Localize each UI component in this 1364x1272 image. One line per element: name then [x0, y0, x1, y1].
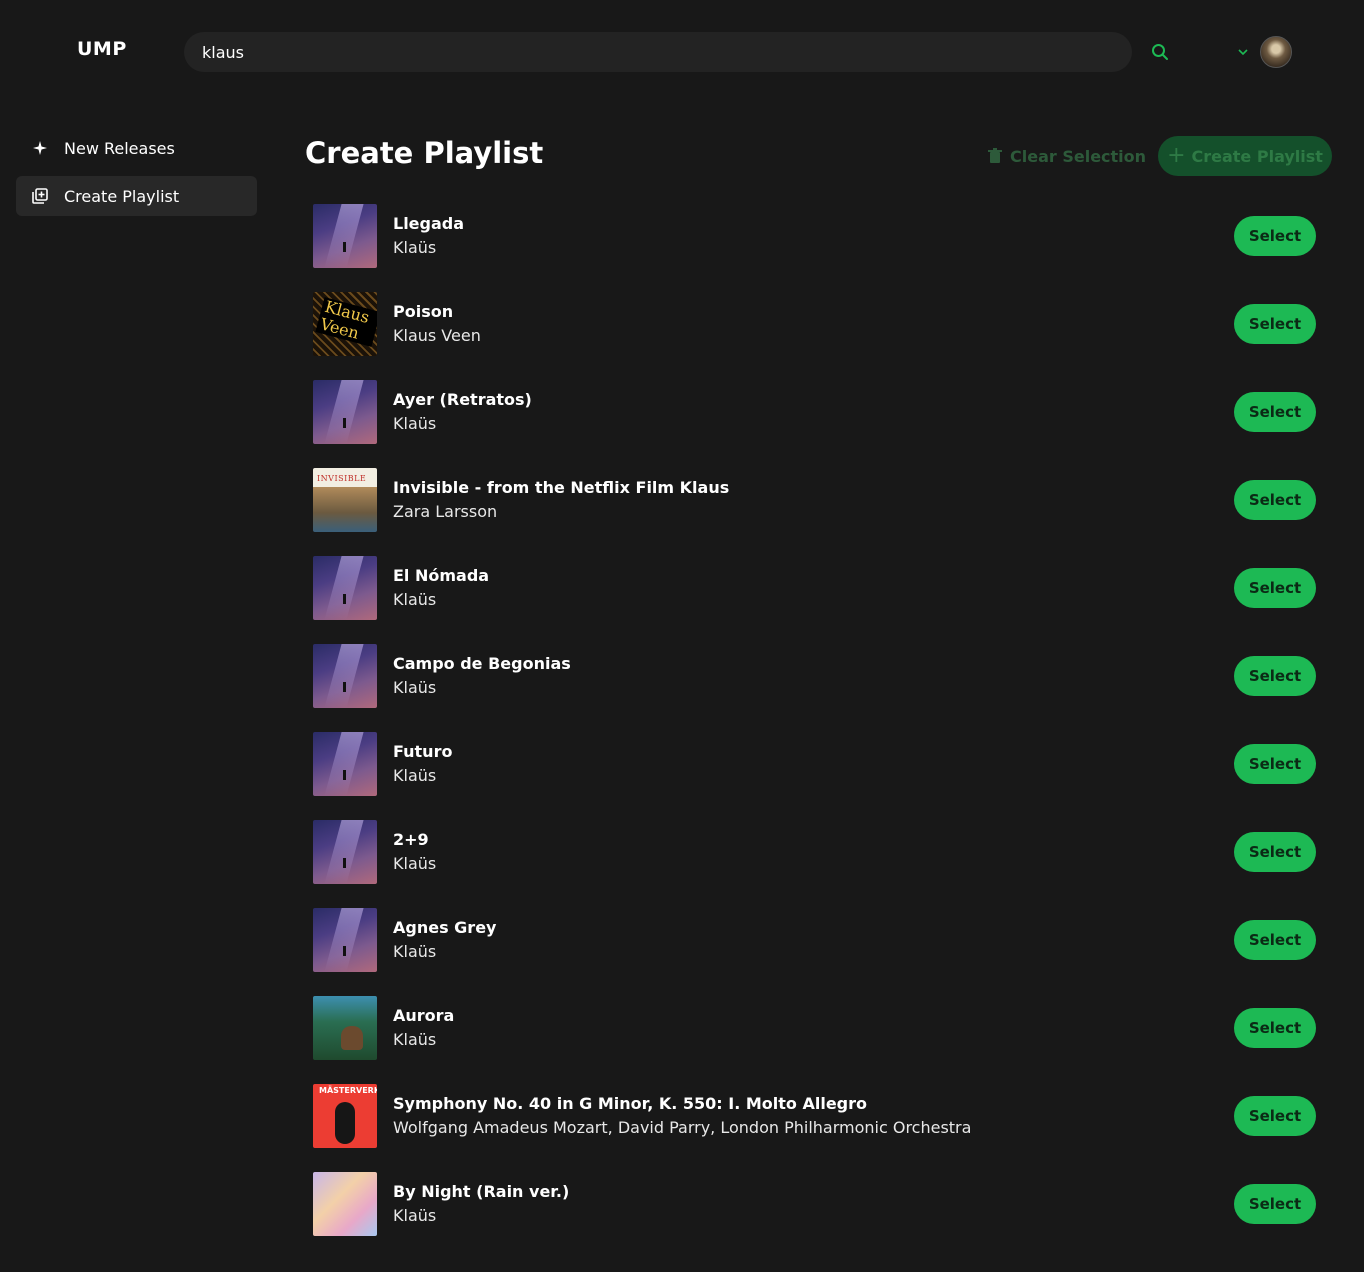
track-row[interactable]: Futuro Klaüs Select: [313, 720, 1316, 808]
search-icon[interactable]: [1150, 42, 1170, 62]
track-row[interactable]: INVISIBLE Invisible - from the Netflix Fi…: [313, 456, 1316, 544]
search-input[interactable]: [202, 42, 1132, 62]
track-row[interactable]: MÄSTERVERK Symphony No. 40 in G Minor, K.…: [313, 1072, 1316, 1160]
track-artist: Klaüs: [393, 1206, 437, 1225]
track-artist: Klaüs: [393, 414, 437, 433]
track-meta: El Nómada Klaüs: [393, 564, 489, 612]
album-cover: [313, 732, 377, 796]
track-title: Campo de Begonias: [393, 654, 571, 673]
track-artist: Zara Larsson: [393, 502, 498, 521]
select-button[interactable]: Select: [1234, 480, 1316, 520]
track-meta: Poison Klaus Veen: [393, 300, 481, 348]
track-meta: By Night (Rain ver.) Klaüs: [393, 1180, 569, 1228]
select-button[interactable]: Select: [1234, 216, 1316, 256]
track-row[interactable]: Llegada Klaüs Select: [313, 192, 1316, 280]
page-title: Create Playlist: [305, 136, 544, 170]
track-artist: Klaüs: [393, 766, 437, 785]
track-meta: Agnes Grey Klaüs: [393, 916, 496, 964]
sidebar-item-label: New Releases: [64, 138, 175, 158]
album-cover: [313, 556, 377, 620]
track-row[interactable]: El Nómada Klaüs Select: [313, 544, 1316, 632]
track-meta: Symphony No. 40 in G Minor, K. 550: I. M…: [393, 1092, 971, 1140]
track-artist: Klaüs: [393, 1030, 437, 1049]
track-meta: Aurora Klaüs: [393, 1004, 454, 1052]
select-button[interactable]: Select: [1234, 920, 1316, 960]
select-button[interactable]: Select: [1234, 304, 1316, 344]
track-title: El Nómada: [393, 566, 490, 585]
playlist-add-icon: [32, 188, 48, 204]
select-button[interactable]: Select: [1234, 656, 1316, 696]
track-title: Agnes Grey: [393, 918, 497, 937]
track-list: Llegada Klaüs Select Klaus Veen Poison Klaus …: [313, 192, 1316, 1248]
main-content: Create Playlist Clear Selection + Create…: [305, 128, 1332, 1236]
track-title: Invisible - from the Netflix Film Klaus: [393, 478, 730, 497]
track-title: Ayer (Retratos): [393, 390, 532, 409]
clear-selection-button[interactable]: Clear Selection: [988, 138, 1146, 174]
album-cover-text: Klaus Veen: [315, 297, 377, 347]
track-meta: Campo de Begonias Klaüs: [393, 652, 571, 700]
track-row[interactable]: 2+9 Klaüs Select: [313, 808, 1316, 896]
track-artist: Klaüs: [393, 678, 437, 697]
album-cover-text: INVISIBLE: [317, 474, 367, 483]
sparkle-icon: [32, 140, 48, 156]
track-artist: Klaüs: [393, 854, 437, 873]
track-artist: Klaüs: [393, 942, 437, 961]
app-logo[interactable]: UMP: [77, 38, 127, 60]
track-artist: Klaüs: [393, 590, 437, 609]
select-button[interactable]: Select: [1234, 744, 1316, 784]
album-cover-text: MÄSTERVERK: [319, 1086, 377, 1095]
track-title: Poison: [393, 302, 454, 321]
track-artist: Wolfgang Amadeus Mozart, David Parry, Lo…: [393, 1118, 972, 1137]
track-title: 2+9: [393, 830, 429, 849]
track-artist: Klaüs: [393, 238, 437, 257]
album-cover: [313, 380, 377, 444]
album-cover: [313, 820, 377, 884]
album-cover: MÄSTERVERK: [313, 1084, 377, 1148]
track-meta: Ayer (Retratos) Klaüs: [393, 388, 532, 436]
track-row[interactable]: Klaus Veen Poison Klaus Veen Select: [313, 280, 1316, 368]
clear-selection-label: Clear Selection: [1010, 146, 1147, 166]
track-row[interactable]: Campo de Begonias Klaüs Select: [313, 632, 1316, 720]
sidebar-item-new-releases[interactable]: New Releases: [16, 128, 257, 168]
track-meta: Llegada Klaüs: [393, 212, 464, 260]
top-bar: UMP: [0, 0, 1364, 104]
track-row[interactable]: By Night (Rain ver.) Klaüs Select: [313, 1160, 1316, 1248]
plus-icon: +: [1167, 143, 1186, 168]
album-cover: [313, 644, 377, 708]
avatar[interactable]: [1260, 36, 1292, 68]
track-meta: 2+9 Klaüs: [393, 828, 436, 876]
sidebar-item-create-playlist[interactable]: Create Playlist: [16, 176, 257, 216]
track-title: Aurora: [393, 1006, 455, 1025]
select-button[interactable]: Select: [1234, 1008, 1316, 1048]
track-title: Symphony No. 40 in G Minor, K. 550: I. M…: [393, 1094, 868, 1113]
album-cover: [313, 1172, 377, 1236]
select-button[interactable]: Select: [1234, 1184, 1316, 1224]
track-title: Futuro: [393, 742, 453, 761]
track-title: By Night (Rain ver.): [393, 1182, 570, 1201]
create-playlist-button[interactable]: + Create Playlist: [1158, 136, 1332, 176]
sidebar: New Releases Create Playlist: [16, 128, 257, 224]
track-title: Llegada: [393, 214, 465, 233]
chevron-down-icon[interactable]: [1237, 46, 1249, 58]
album-cover: [313, 996, 377, 1060]
select-button[interactable]: Select: [1234, 832, 1316, 872]
track-meta: Futuro Klaüs: [393, 740, 452, 788]
track-artist: Klaus Veen: [393, 326, 481, 345]
create-playlist-label: Create Playlist: [1191, 146, 1323, 166]
album-cover: INVISIBLE: [313, 468, 377, 532]
sidebar-item-label: Create Playlist: [64, 186, 180, 206]
track-row[interactable]: Agnes Grey Klaüs Select: [313, 896, 1316, 984]
track-row[interactable]: Aurora Klaüs Select: [313, 984, 1316, 1072]
page-header: Create Playlist Clear Selection + Create…: [305, 128, 1332, 184]
track-row[interactable]: Ayer (Retratos) Klaüs Select: [313, 368, 1316, 456]
album-cover: [313, 204, 377, 268]
album-cover: [313, 908, 377, 972]
album-cover: Klaus Veen: [313, 292, 377, 356]
select-button[interactable]: Select: [1234, 1096, 1316, 1136]
track-meta: Invisible - from the Netflix Film Klaus Z…: [393, 476, 729, 524]
select-button[interactable]: Select: [1234, 568, 1316, 608]
select-button[interactable]: Select: [1234, 392, 1316, 432]
search-bar[interactable]: [184, 32, 1132, 72]
trash-icon: [988, 148, 1002, 164]
